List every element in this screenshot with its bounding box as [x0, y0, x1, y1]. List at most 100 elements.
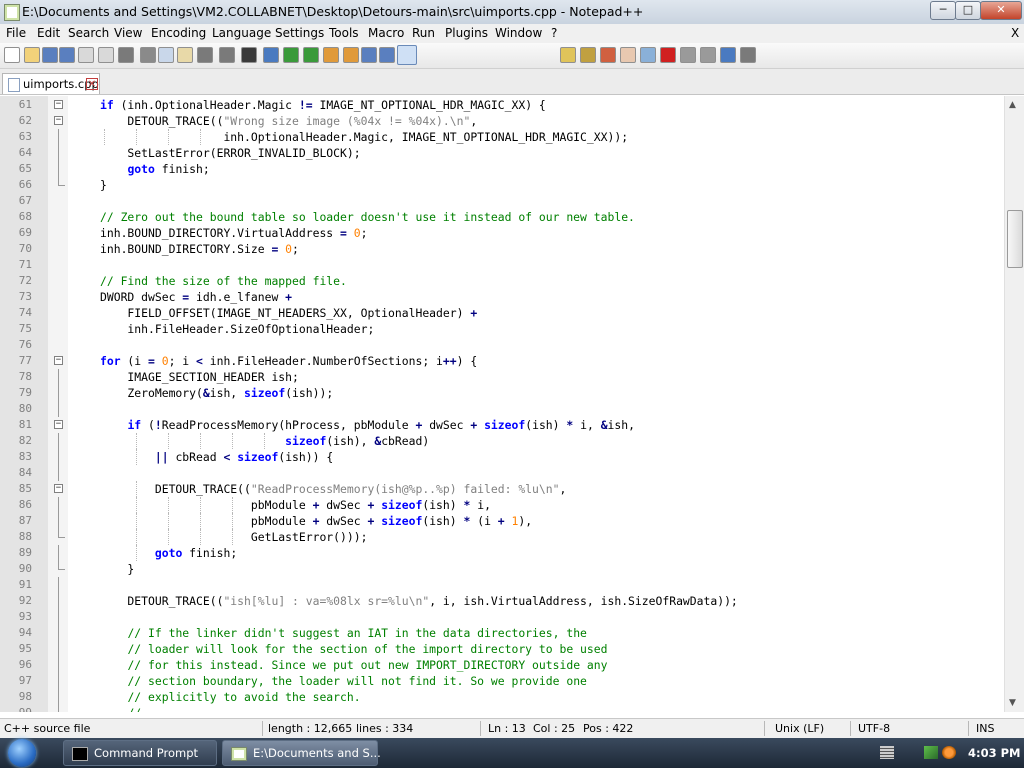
stop-record-icon[interactable] — [680, 47, 696, 63]
fold-toggle-icon[interactable]: − — [54, 420, 63, 429]
show-all-chars-icon[interactable] — [379, 47, 395, 63]
code-text: // for this instead. Since we put out ne… — [127, 658, 608, 672]
menu-run[interactable]: Run — [412, 26, 435, 40]
code-line: 71 — [0, 257, 1004, 273]
menu-view[interactable]: View — [114, 26, 142, 40]
start-button[interactable] — [8, 739, 36, 767]
menu-encoding[interactable]: Encoding — [151, 26, 206, 40]
menu-macro[interactable]: Macro — [368, 26, 404, 40]
scrollbar-thumb[interactable] — [1007, 210, 1023, 268]
run-macro-multiple-icon[interactable] — [720, 47, 736, 63]
redo-icon[interactable] — [219, 47, 235, 63]
code-line: 90 } — [0, 561, 1004, 577]
menu-edit[interactable]: Edit — [37, 26, 60, 40]
indent-guide-icon[interactable] — [397, 45, 417, 65]
code-text: ZeroMemory(&ish, sizeof(ish)); — [100, 386, 334, 400]
menu-tools[interactable]: Tools — [329, 26, 359, 40]
network-icon[interactable] — [924, 746, 938, 759]
menu-settings[interactable]: Settings — [275, 26, 324, 40]
close-icon[interactable] — [78, 47, 94, 63]
taskbar-command-prompt[interactable]: Command Prompt — [63, 740, 217, 766]
fold-toggle-icon[interactable]: − — [54, 100, 63, 109]
line-number: 63 — [18, 130, 32, 143]
zoom-out-icon[interactable] — [303, 47, 319, 63]
paste-icon[interactable] — [177, 47, 193, 63]
fold-toggle-icon[interactable]: − — [54, 116, 63, 125]
udl-icon[interactable] — [560, 47, 576, 63]
fold-end-marker — [58, 177, 65, 186]
scroll-down-arrow-icon[interactable]: ▼ — [1009, 698, 1016, 708]
code-line: 81 − if (!ReadProcessMemory(hProcess, pbM… — [0, 417, 1004, 433]
save-macro-icon[interactable] — [740, 47, 756, 63]
zoom-in-icon[interactable] — [283, 47, 299, 63]
taskbar: Command Prompt E:\Documents and S... 4:0… — [0, 738, 1024, 768]
new-file-icon[interactable] — [4, 47, 20, 63]
fold-line — [58, 657, 59, 673]
find-icon[interactable] — [241, 47, 257, 63]
record-macro-icon[interactable] — [660, 47, 676, 63]
sync-vertical-icon[interactable] — [323, 47, 339, 63]
close-window-button[interactable]: ✕ — [980, 1, 1022, 20]
fold-line — [58, 545, 59, 561]
maximize-button[interactable]: □ — [955, 1, 981, 20]
fold-toggle-icon[interactable]: − — [54, 484, 63, 493]
window-title: E:\Documents and Settings\VM2.COLLABNET\… — [22, 4, 644, 19]
line-number: 84 — [18, 466, 32, 479]
code-line: 69 inh.BOUND_DIRECTORY.VirtualAddress = 0… — [0, 225, 1004, 241]
copy-icon[interactable] — [158, 47, 174, 63]
open-file-icon[interactable] — [24, 47, 40, 63]
line-number: 93 — [18, 610, 32, 623]
code-text: GetLastError())); — [100, 530, 368, 544]
doc-map-icon[interactable] — [580, 47, 596, 63]
code-text: sizeof(ish), &cbRead) — [285, 434, 430, 448]
menu-language[interactable]: Language — [212, 26, 271, 40]
line-number: 71 — [18, 258, 32, 271]
sync-horizontal-icon[interactable] — [343, 47, 359, 63]
scroll-up-arrow-icon[interactable]: ▲ — [1009, 100, 1016, 110]
line-number: 65 — [18, 162, 32, 175]
monitoring-icon[interactable] — [640, 47, 656, 63]
close-all-icon[interactable] — [98, 47, 114, 63]
code-text: goto finish; — [127, 162, 210, 176]
undo-icon[interactable] — [197, 47, 213, 63]
folder-workspace-icon[interactable] — [620, 47, 636, 63]
save-all-icon[interactable] — [59, 47, 75, 63]
fold-line — [58, 161, 59, 177]
line-number: 79 — [18, 386, 32, 399]
status-eol: Unix (LF) — [775, 722, 825, 735]
code-line: 65 goto finish; — [0, 161, 1004, 177]
print-icon[interactable] — [118, 47, 134, 63]
fold-line — [58, 513, 59, 529]
line-number: 61 — [18, 98, 32, 111]
menu-help[interactable]: ? — [551, 26, 557, 40]
cut-icon[interactable] — [140, 47, 156, 63]
menu-file[interactable]: File — [6, 26, 26, 40]
save-icon[interactable] — [42, 47, 58, 63]
status-length: length : 12,665 — [268, 722, 353, 735]
fold-line — [58, 369, 59, 385]
tab-uimports-cpp[interactable]: uimports.cpp ✕ — [2, 73, 100, 94]
search-icon[interactable] — [942, 746, 956, 759]
code-text: // loader will look for the section of t… — [127, 642, 608, 656]
menu-window[interactable]: Window — [495, 26, 542, 40]
code-line: 84 — [0, 465, 1004, 481]
menu-search[interactable]: Search — [68, 26, 109, 40]
minimize-button[interactable]: ─ — [930, 1, 956, 20]
keyboard-icon[interactable] — [880, 746, 894, 759]
close-document-x-button[interactable]: X — [1011, 26, 1019, 40]
taskbar-notepadpp[interactable]: E:\Documents and S... — [222, 740, 381, 766]
code-line: 75 inh.FileHeader.SizeOfOptionalHeader; — [0, 321, 1004, 337]
word-wrap-icon[interactable] — [361, 47, 377, 63]
fold-line — [58, 465, 59, 481]
tab-bar: uimports.cpp ✕ — [0, 69, 1024, 95]
vertical-scrollbar[interactable]: ▲ ▼ — [1004, 96, 1024, 712]
function-list-icon[interactable] — [600, 47, 616, 63]
tab-close-icon[interactable]: ✕ — [86, 78, 98, 90]
code-line: 72 // Find the size of the mapped file. — [0, 273, 1004, 289]
line-number: 77 — [18, 354, 32, 367]
code-editor[interactable]: 61 − if (inh.OptionalHeader.Magic != IMAGE… — [0, 96, 1004, 712]
fold-toggle-icon[interactable]: − — [54, 356, 63, 365]
replace-icon[interactable] — [263, 47, 279, 63]
play-macro-icon[interactable] — [700, 47, 716, 63]
menu-plugins[interactable]: Plugins — [445, 26, 488, 40]
